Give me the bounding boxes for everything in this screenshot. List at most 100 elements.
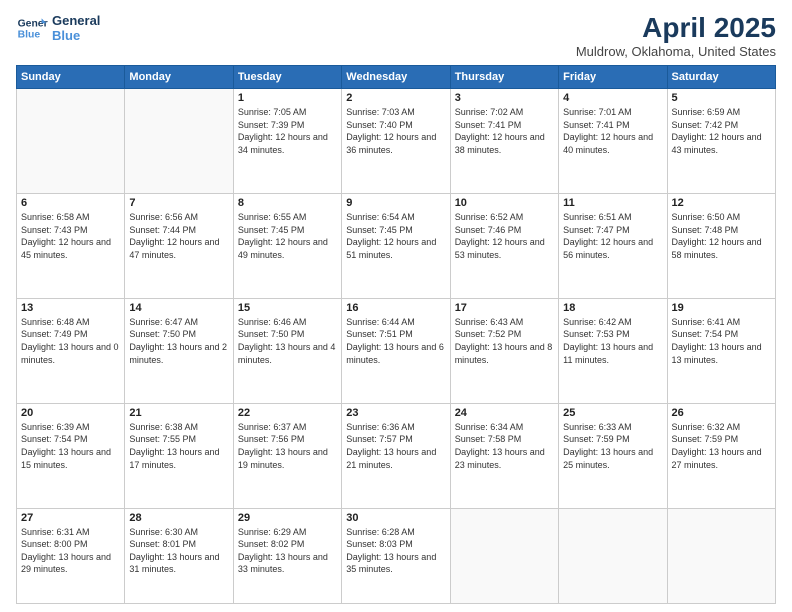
day-info: Sunrise: 6:28 AM Sunset: 8:03 PM Dayligh… — [346, 526, 445, 576]
day-number: 3 — [455, 92, 554, 104]
calendar-cell: 6 Sunrise: 6:58 AM Sunset: 7:43 PM Daylig… — [17, 193, 125, 298]
calendar-cell: 28Sunrise: 6:30 AM Sunset: 8:01 PM Dayli… — [125, 508, 233, 603]
calendar-cell: 27 Sunrise: 6:31 AM Sunset: 8:00 PM Dayli… — [17, 508, 125, 603]
calendar-cell: 20 Sunrise: 6:39 AM Sunset: 7:54 PM Dayli… — [17, 403, 125, 508]
calendar-cell: 23 Sunrise: 6:36 AM Sunset: 7:57 PM Dayli… — [342, 403, 450, 508]
day-info: Sunrise: 6:38 AM Sunset: 7:55 PM Dayligh… — [129, 421, 228, 471]
day-number: 5 — [672, 92, 771, 104]
day-info: Sunrise: 7:05 AM Sunset: 7:39 PM Dayligh… — [238, 106, 337, 156]
calendar-cell: 19Sunrise: 6:41 AM Sunset: 7:54 PM Dayli… — [667, 298, 775, 403]
calendar-cell: 9 Sunrise: 6:54 AM Sunset: 7:45 PM Daylig… — [342, 193, 450, 298]
weekday-header-saturday: Saturday — [667, 66, 775, 89]
calendar-cell: 14Sunrise: 6:47 AM Sunset: 7:50 PM Dayli… — [125, 298, 233, 403]
day-number: 23 — [346, 407, 445, 419]
title-block: April 2025 Muldrow, Oklahoma, United Sta… — [576, 12, 776, 59]
calendar-cell: 4 Sunrise: 7:01 AM Sunset: 7:41 PM Daylig… — [559, 89, 667, 194]
day-info: Sunrise: 6:44 AM Sunset: 7:51 PM Dayligh… — [346, 316, 445, 366]
day-number: 7 — [129, 197, 228, 209]
day-number: 14 — [129, 302, 228, 314]
calendar-cell — [450, 508, 558, 603]
calendar-cell: 24 Sunrise: 6:34 AM Sunset: 7:58 PM Dayli… — [450, 403, 558, 508]
day-info: Sunrise: 6:42 AM Sunset: 7:53 PM Dayligh… — [563, 316, 662, 366]
calendar-cell: 15Sunrise: 6:46 AM Sunset: 7:50 PM Dayli… — [233, 298, 341, 403]
calendar-cell: 18 Sunrise: 6:42 AM Sunset: 7:53 PM Dayli… — [559, 298, 667, 403]
day-number: 12 — [672, 197, 771, 209]
month-title: April 2025 — [576, 12, 776, 44]
calendar-week-5: 27 Sunrise: 6:31 AM Sunset: 8:00 PM Dayli… — [17, 508, 776, 603]
calendar-cell: 21Sunrise: 6:38 AM Sunset: 7:55 PM Dayli… — [125, 403, 233, 508]
day-info: Sunrise: 6:58 AM Sunset: 7:43 PM Dayligh… — [21, 211, 120, 261]
calendar-cell: 10 Sunrise: 6:52 AM Sunset: 7:46 PM Dayli… — [450, 193, 558, 298]
day-number: 4 — [563, 92, 662, 104]
day-number: 15 — [238, 302, 337, 314]
day-info: Sunrise: 6:54 AM Sunset: 7:45 PM Dayligh… — [346, 211, 445, 261]
calendar-cell: 26 Sunrise: 6:32 AM Sunset: 7:59 PM Dayli… — [667, 403, 775, 508]
day-info: Sunrise: 6:33 AM Sunset: 7:59 PM Dayligh… — [563, 421, 662, 471]
calendar-week-4: 20 Sunrise: 6:39 AM Sunset: 7:54 PM Dayli… — [17, 403, 776, 508]
day-number: 30 — [346, 512, 445, 524]
day-number: 13 — [21, 302, 120, 314]
weekday-header-thursday: Thursday — [450, 66, 558, 89]
weekday-header-tuesday: Tuesday — [233, 66, 341, 89]
day-number: 24 — [455, 407, 554, 419]
calendar-week-2: 6 Sunrise: 6:58 AM Sunset: 7:43 PM Daylig… — [17, 193, 776, 298]
calendar-table: SundayMondayTuesdayWednesdayThursdayFrid… — [16, 65, 776, 604]
day-number: 28 — [129, 512, 228, 524]
header: General Blue General Blue April 2025 Mul… — [16, 12, 776, 59]
weekday-header-friday: Friday — [559, 66, 667, 89]
day-number: 10 — [455, 197, 554, 209]
day-number: 6 — [21, 197, 120, 209]
calendar-header-row: SundayMondayTuesdayWednesdayThursdayFrid… — [17, 66, 776, 89]
day-number: 19 — [672, 302, 771, 314]
day-number: 9 — [346, 197, 445, 209]
day-number: 8 — [238, 197, 337, 209]
day-info: Sunrise: 6:37 AM Sunset: 7:56 PM Dayligh… — [238, 421, 337, 471]
svg-text:Blue: Blue — [18, 30, 41, 41]
day-info: Sunrise: 6:29 AM Sunset: 8:02 PM Dayligh… — [238, 526, 337, 576]
day-info: Sunrise: 6:59 AM Sunset: 7:42 PM Dayligh… — [672, 106, 771, 156]
calendar-cell — [125, 89, 233, 194]
logo: General Blue General Blue — [16, 12, 100, 44]
calendar-cell: 8Sunrise: 6:55 AM Sunset: 7:45 PM Daylig… — [233, 193, 341, 298]
day-number: 27 — [21, 512, 120, 524]
calendar-cell: 30 Sunrise: 6:28 AM Sunset: 8:03 PM Dayli… — [342, 508, 450, 603]
day-info: Sunrise: 6:39 AM Sunset: 7:54 PM Dayligh… — [21, 421, 120, 471]
calendar-cell: 29 Sunrise: 6:29 AM Sunset: 8:02 PM Dayli… — [233, 508, 341, 603]
day-info: Sunrise: 6:36 AM Sunset: 7:57 PM Dayligh… — [346, 421, 445, 471]
calendar-cell — [667, 508, 775, 603]
calendar-cell: 2Sunrise: 7:03 AM Sunset: 7:40 PM Daylig… — [342, 89, 450, 194]
calendar-cell — [559, 508, 667, 603]
page: General Blue General Blue April 2025 Mul… — [0, 0, 792, 612]
day-info: Sunrise: 7:02 AM Sunset: 7:41 PM Dayligh… — [455, 106, 554, 156]
calendar-cell: 7Sunrise: 6:56 AM Sunset: 7:44 PM Daylig… — [125, 193, 233, 298]
calendar-cell: 22 Sunrise: 6:37 AM Sunset: 7:56 PM Dayli… — [233, 403, 341, 508]
calendar-cell: 11Sunrise: 6:51 AM Sunset: 7:47 PM Dayli… — [559, 193, 667, 298]
day-number: 11 — [563, 197, 662, 209]
weekday-header-monday: Monday — [125, 66, 233, 89]
day-number: 29 — [238, 512, 337, 524]
calendar-cell: 1 Sunrise: 7:05 AM Sunset: 7:39 PM Daylig… — [233, 89, 341, 194]
weekday-header-sunday: Sunday — [17, 66, 125, 89]
day-number: 20 — [21, 407, 120, 419]
day-number: 25 — [563, 407, 662, 419]
weekday-header-wednesday: Wednesday — [342, 66, 450, 89]
day-info: Sunrise: 6:48 AM Sunset: 7:49 PM Dayligh… — [21, 316, 120, 366]
day-info: Sunrise: 7:01 AM Sunset: 7:41 PM Dayligh… — [563, 106, 662, 156]
day-number: 26 — [672, 407, 771, 419]
day-number: 18 — [563, 302, 662, 314]
day-number: 17 — [455, 302, 554, 314]
logo-general: General — [52, 13, 100, 28]
calendar-cell: 5 Sunrise: 6:59 AM Sunset: 7:42 PM Daylig… — [667, 89, 775, 194]
day-info: Sunrise: 6:32 AM Sunset: 7:59 PM Dayligh… — [672, 421, 771, 471]
logo-icon: General Blue — [16, 12, 48, 44]
calendar-cell: 25 Sunrise: 6:33 AM Sunset: 7:59 PM Dayli… — [559, 403, 667, 508]
day-info: Sunrise: 6:34 AM Sunset: 7:58 PM Dayligh… — [455, 421, 554, 471]
day-number: 22 — [238, 407, 337, 419]
day-info: Sunrise: 6:52 AM Sunset: 7:46 PM Dayligh… — [455, 211, 554, 261]
day-info: Sunrise: 6:50 AM Sunset: 7:48 PM Dayligh… — [672, 211, 771, 261]
day-info: Sunrise: 6:43 AM Sunset: 7:52 PM Dayligh… — [455, 316, 554, 366]
day-number: 1 — [238, 92, 337, 104]
calendar-cell: 12 Sunrise: 6:50 AM Sunset: 7:48 PM Dayli… — [667, 193, 775, 298]
svg-text:General: General — [18, 18, 48, 29]
day-info: Sunrise: 6:31 AM Sunset: 8:00 PM Dayligh… — [21, 526, 120, 576]
